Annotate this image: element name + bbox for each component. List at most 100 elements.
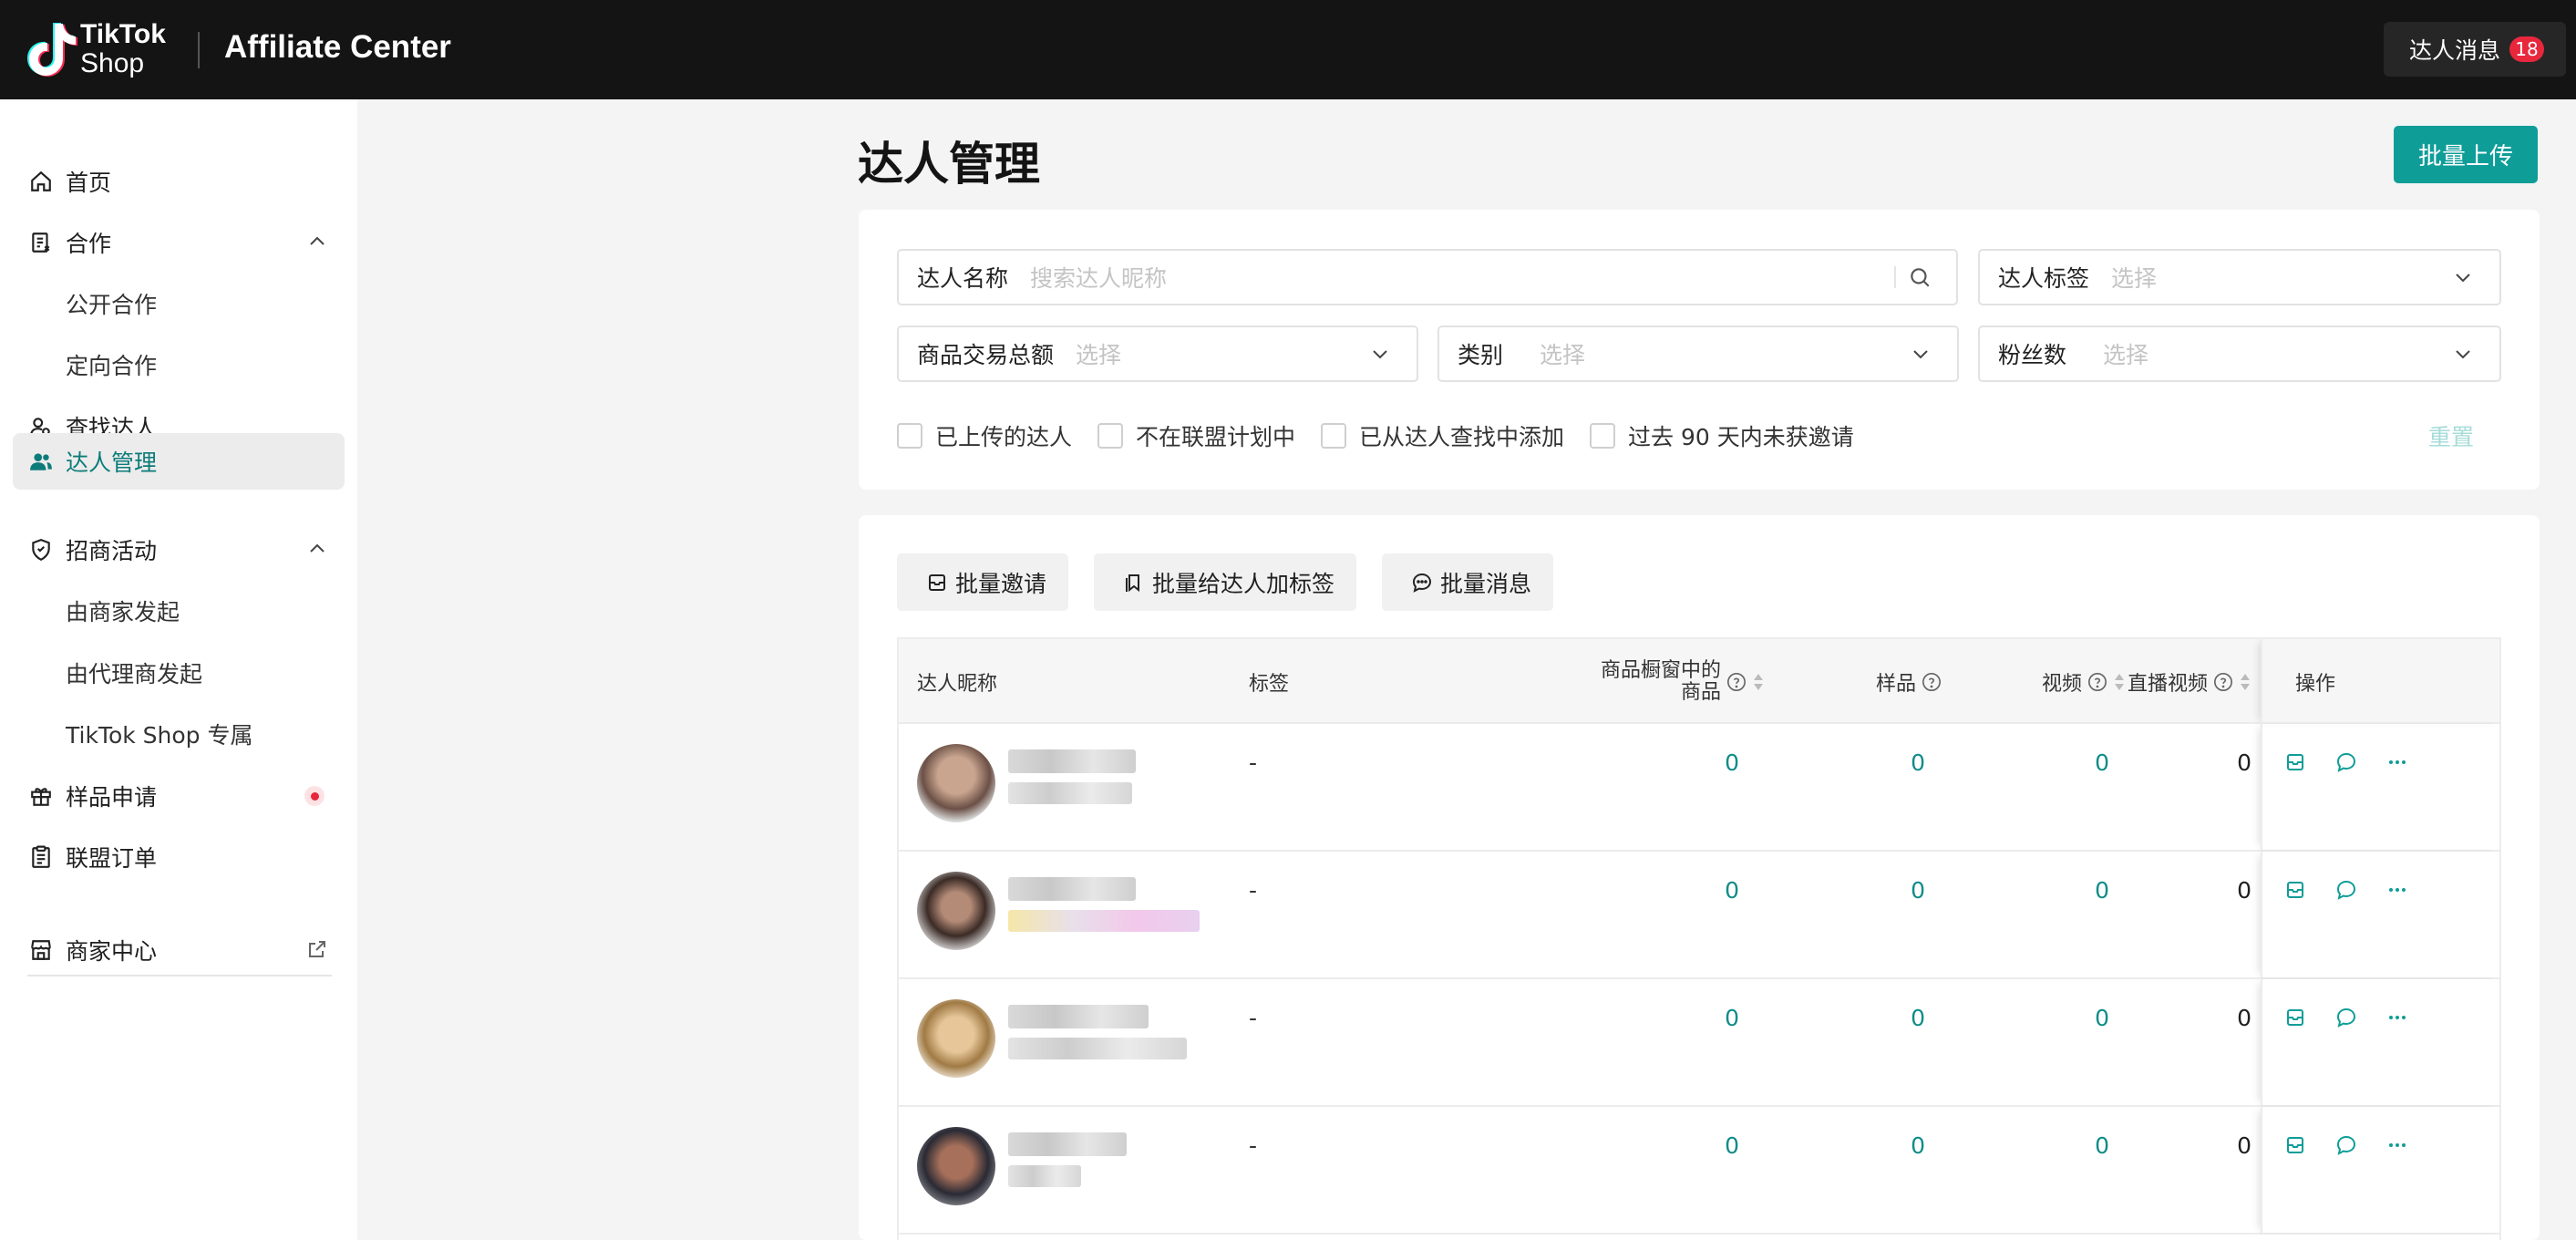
help-icon[interactable] (2213, 672, 2233, 692)
page-title: 达人管理 (858, 138, 1040, 191)
sidebar-item-agency-initiated[interactable]: 由代理商发起 (13, 645, 345, 701)
col-showcase-line2: 商品 (1680, 680, 1721, 704)
chevron-down-icon (2445, 343, 2481, 365)
sidebar-item-label: 由代理商发起 (66, 661, 203, 687)
sidebar-item-label: 定向合作 (66, 353, 158, 379)
help-icon[interactable] (1922, 672, 1942, 692)
gmv-select[interactable]: 商品交易总额 选择 (897, 326, 1418, 382)
creator-nickname-blurred[interactable] (1008, 1132, 1127, 1156)
row-showcase[interactable]: 0 (1648, 1005, 1739, 1031)
message-icon[interactable] (2335, 1007, 2357, 1028)
checkbox-box[interactable] (1590, 423, 1616, 449)
sort-icon[interactable] (2239, 671, 2251, 693)
checkbox-box[interactable] (1321, 423, 1347, 449)
bulk-invite-label: 批量邀请 (955, 570, 1047, 597)
row-videos[interactable]: 0 (2018, 1132, 2109, 1159)
row-showcase[interactable]: 0 (1648, 749, 1739, 776)
sidebar-item-targeted-collaboration[interactable]: 定向合作 (13, 336, 345, 393)
table-row: - 0 0 0 0 (899, 979, 2499, 1107)
bulk-add-tag-button[interactable]: 批量给达人加标签 (1094, 553, 1357, 611)
creator-name-input[interactable]: 搜索达人昵称 (1008, 261, 1894, 294)
sidebar-item-home[interactable]: 首页 (13, 153, 345, 210)
invite-icon[interactable] (2284, 751, 2306, 773)
col-samples: 样品 (1776, 639, 1942, 724)
more-icon[interactable] (2386, 1007, 2408, 1028)
logo-wordmark[interactable]: TikTok Shop (80, 20, 166, 78)
row-showcase[interactable]: 0 (1648, 877, 1739, 904)
top-bar: TikTok Shop Affiliate Center 达人消息 18 (0, 0, 2576, 99)
col-showcase-products[interactable]: 商品橱窗中的 商品 (1484, 639, 1765, 724)
chevron-down-icon (1362, 343, 1398, 365)
row-videos[interactable]: 0 (2018, 1005, 2109, 1031)
checkbox-added-from-search[interactable]: 已从达人查找中添加 (1321, 419, 1564, 452)
actions-header-shadow (2261, 639, 2499, 724)
row-samples[interactable]: 0 (1834, 1132, 1925, 1159)
row-samples[interactable]: 0 (1834, 1005, 1925, 1031)
invite-icon[interactable] (2284, 1134, 2306, 1156)
creator-nickname-blurred[interactable] (1008, 1005, 1149, 1028)
invite-icon[interactable] (2284, 879, 2306, 901)
avatar[interactable] (917, 744, 995, 822)
followers-select[interactable]: 粉丝数 选择 (1978, 326, 2501, 382)
sidebar-item-creator-management[interactable]: 达人管理 (13, 433, 345, 490)
sidebar-item-cooperation[interactable]: 合作 (13, 214, 345, 271)
more-icon[interactable] (2386, 751, 2408, 773)
more-icon[interactable] (2386, 1134, 2408, 1156)
creator-name-search-field[interactable]: 达人名称 搜索达人昵称 (897, 249, 1958, 305)
help-icon[interactable] (1726, 672, 1747, 692)
creator-name-label: 达人名称 (917, 265, 1009, 292)
bulk-upload-button[interactable]: 批量上传 (2394, 126, 2538, 183)
checkbox-not-in-affiliate-plan[interactable]: 不在联盟计划中 (1097, 419, 1295, 452)
avatar[interactable] (917, 999, 995, 1078)
gmv-placeholder: 选择 (1076, 342, 1122, 368)
tiktok-logo-icon[interactable] (24, 20, 78, 78)
category-select[interactable]: 类别 选择 (1437, 326, 1959, 382)
row-samples[interactable]: 0 (1834, 749, 1925, 776)
more-icon[interactable] (2386, 879, 2408, 901)
sidebar-item-label: 由商家发起 (66, 599, 180, 625)
logo-line1: TikTok (80, 19, 166, 49)
invite-icon[interactable] (2284, 1007, 2306, 1028)
avatar[interactable] (917, 872, 995, 950)
reset-button[interactable]: 重置 (2428, 419, 2474, 452)
sidebar-item-tiktok-shop-exclusive[interactable]: TikTok Shop 专属 (13, 706, 345, 762)
messages-label: 达人消息 (2409, 37, 2501, 64)
checkbox-not-invited-90-days[interactable]: 过去 90 天内未获邀请 (1590, 419, 1854, 452)
messages-count-badge: 18 (2509, 36, 2545, 62)
sidebar-item-open-collaboration[interactable]: 公开合作 (13, 275, 345, 332)
message-icon[interactable] (2335, 751, 2357, 773)
sidebar-item-campaigns[interactable]: 招商活动 (13, 522, 345, 578)
checkbox-uploaded-creators[interactable]: 已上传的达人 (897, 419, 1072, 452)
creator-nickname-blurred[interactable] (1008, 749, 1136, 773)
message-icon[interactable] (2335, 1134, 2357, 1156)
chevron-down-icon (1902, 343, 1939, 365)
chevron-up-icon (310, 543, 325, 553)
search-icon[interactable] (1901, 265, 1938, 289)
row-live: 0 (2237, 877, 2251, 904)
sidebar-item-affiliate-orders[interactable]: 联盟订单 (13, 829, 345, 885)
checkbox-box[interactable] (897, 423, 922, 449)
actions-cell (2261, 724, 2499, 850)
creator-tag-select[interactable]: 达人标签 选择 (1978, 249, 2501, 305)
row-tag: - (1249, 877, 1258, 904)
bulk-message-button[interactable]: 批量消息 (1382, 553, 1554, 611)
checkbox-box[interactable] (1097, 423, 1124, 449)
sidebar-item-sample-requests[interactable]: 样品申请 (13, 768, 345, 824)
col-live-videos[interactable]: 直播视频 (2076, 639, 2251, 724)
sort-icon[interactable] (1752, 671, 1765, 693)
row-showcase[interactable]: 0 (1648, 1132, 1739, 1159)
row-videos[interactable]: 0 (2018, 877, 2109, 904)
table-row: - 0 0 0 0 (899, 724, 2499, 852)
row-videos[interactable]: 0 (2018, 749, 2109, 776)
col-tag: 标签 (1249, 672, 1290, 696)
message-icon[interactable] (2335, 879, 2357, 901)
bulk-message-label: 批量消息 (1440, 570, 1532, 597)
creator-messages-button[interactable]: 达人消息 18 (2384, 22, 2566, 77)
external-link-icon[interactable] (306, 938, 328, 960)
creator-nickname-blurred[interactable] (1008, 877, 1136, 901)
avatar[interactable] (917, 1127, 995, 1205)
sidebar-item-seller-center[interactable]: 商家中心 (13, 922, 345, 978)
sidebar-item-seller-initiated[interactable]: 由商家发起 (13, 583, 345, 639)
row-samples[interactable]: 0 (1834, 877, 1925, 904)
bulk-invite-button[interactable]: 批量邀请 (897, 553, 1069, 611)
